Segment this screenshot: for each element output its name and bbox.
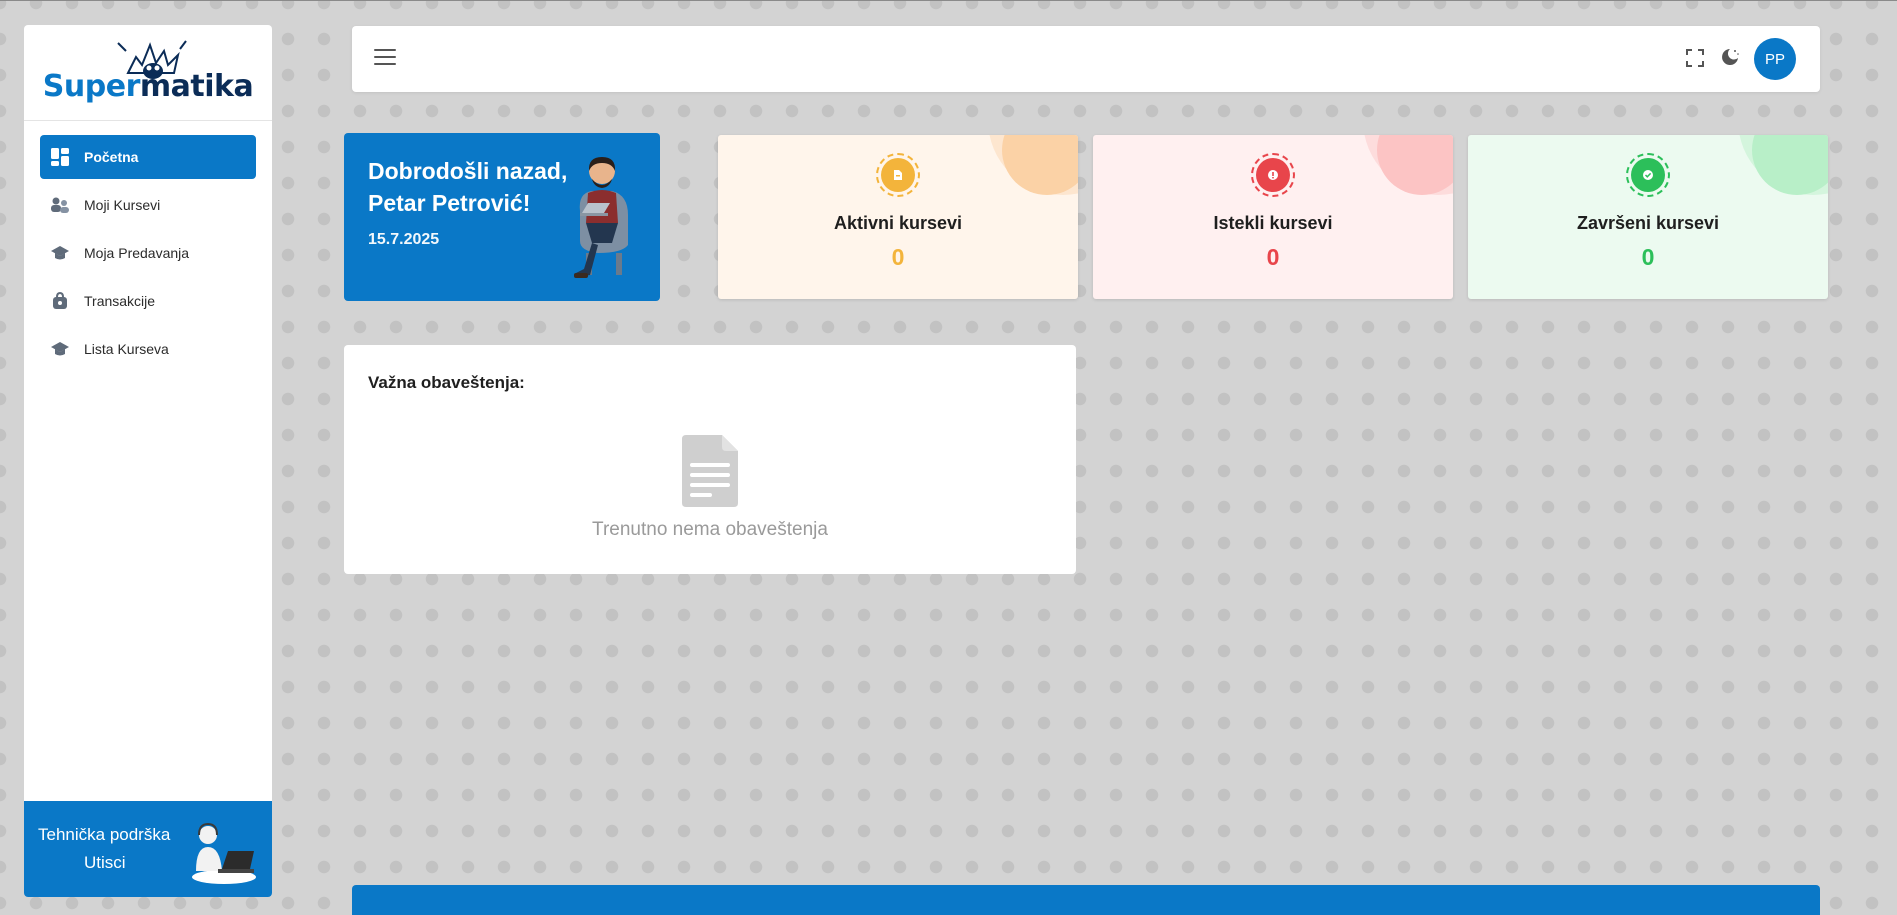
support-panel[interactable]: Tehnička podrška Utisci xyxy=(24,801,272,897)
footer-bar xyxy=(352,885,1820,915)
notifications-card: Važna obaveštenja: Trenutno nema obavešt… xyxy=(344,345,1076,574)
graduation-cap-icon xyxy=(50,243,70,263)
support-agent-icon xyxy=(192,822,256,884)
sidebar-item-label: Transakcije xyxy=(84,293,156,309)
logo[interactable]: Supermatika xyxy=(24,25,272,121)
document-icon xyxy=(682,435,738,507)
stat-label: Završeni kursevi xyxy=(1576,213,1720,233)
stat-value: 0 xyxy=(1641,244,1655,270)
stat-card-expired: Istekli kursevi 0 xyxy=(1093,135,1453,299)
stat-label: Istekli kursevi xyxy=(1213,213,1333,233)
sidebar: Supermatika Početna Moji Kursevi Moja Pr… xyxy=(24,25,272,897)
welcome-card: Dobrodošli nazad, Petar Petrović! 15.7.2… xyxy=(344,133,660,301)
wallet-icon xyxy=(50,291,70,311)
person-with-laptop-icon xyxy=(574,157,628,278)
stat-card-active: Aktivni kursevi 0 xyxy=(718,135,1078,299)
stat-card-completed: Završeni kursevi 0 xyxy=(1468,135,1828,299)
notifications-heading: Važna obaveštenja: xyxy=(368,373,525,392)
graduation-cap-icon xyxy=(50,339,70,359)
avatar[interactable]: PP xyxy=(1754,38,1796,80)
sidebar-item-pocetna[interactable]: Početna xyxy=(40,135,256,179)
mascot-logo-icon xyxy=(117,40,187,79)
sidebar-item-lista-kurseva[interactable]: Lista Kurseva xyxy=(40,327,256,371)
empty-notifications-text: Trenutno nema obaveštenja xyxy=(592,519,828,540)
stat-value: 0 xyxy=(891,244,905,270)
stat-value: 0 xyxy=(1266,244,1280,270)
welcome-title: Dobrodošli nazad, Petar Petrović! xyxy=(368,158,568,216)
sidebar-item-transakcije[interactable]: Transakcije xyxy=(40,279,256,323)
fullscreen-icon[interactable] xyxy=(1686,49,1704,67)
stat-label: Aktivni kursevi xyxy=(833,213,963,233)
sidebar-item-moja-predavanja[interactable]: Moja Predavanja xyxy=(40,231,256,275)
sidebar-item-label: Početna xyxy=(84,149,139,165)
sidebar-item-label: Moji Kursevi xyxy=(84,197,161,213)
sidebar-item-label: Lista Kurseva xyxy=(84,341,169,357)
book-icon xyxy=(894,170,902,180)
menu-toggle-icon[interactable] xyxy=(374,49,396,69)
users-icon xyxy=(50,195,70,215)
dark-mode-icon[interactable] xyxy=(1720,47,1740,67)
sidebar-item-label: Moja Predavanja xyxy=(84,245,190,261)
dashboard-icon xyxy=(50,147,70,167)
check-icon xyxy=(1643,170,1653,180)
sidebar-item-moji-kursevi[interactable]: Moji Kursevi xyxy=(40,183,256,227)
alert-icon xyxy=(1268,170,1278,180)
top-bar: PP xyxy=(352,26,1820,92)
sidebar-nav: Početna Moji Kursevi Moja Predavanja Tra… xyxy=(24,121,272,801)
